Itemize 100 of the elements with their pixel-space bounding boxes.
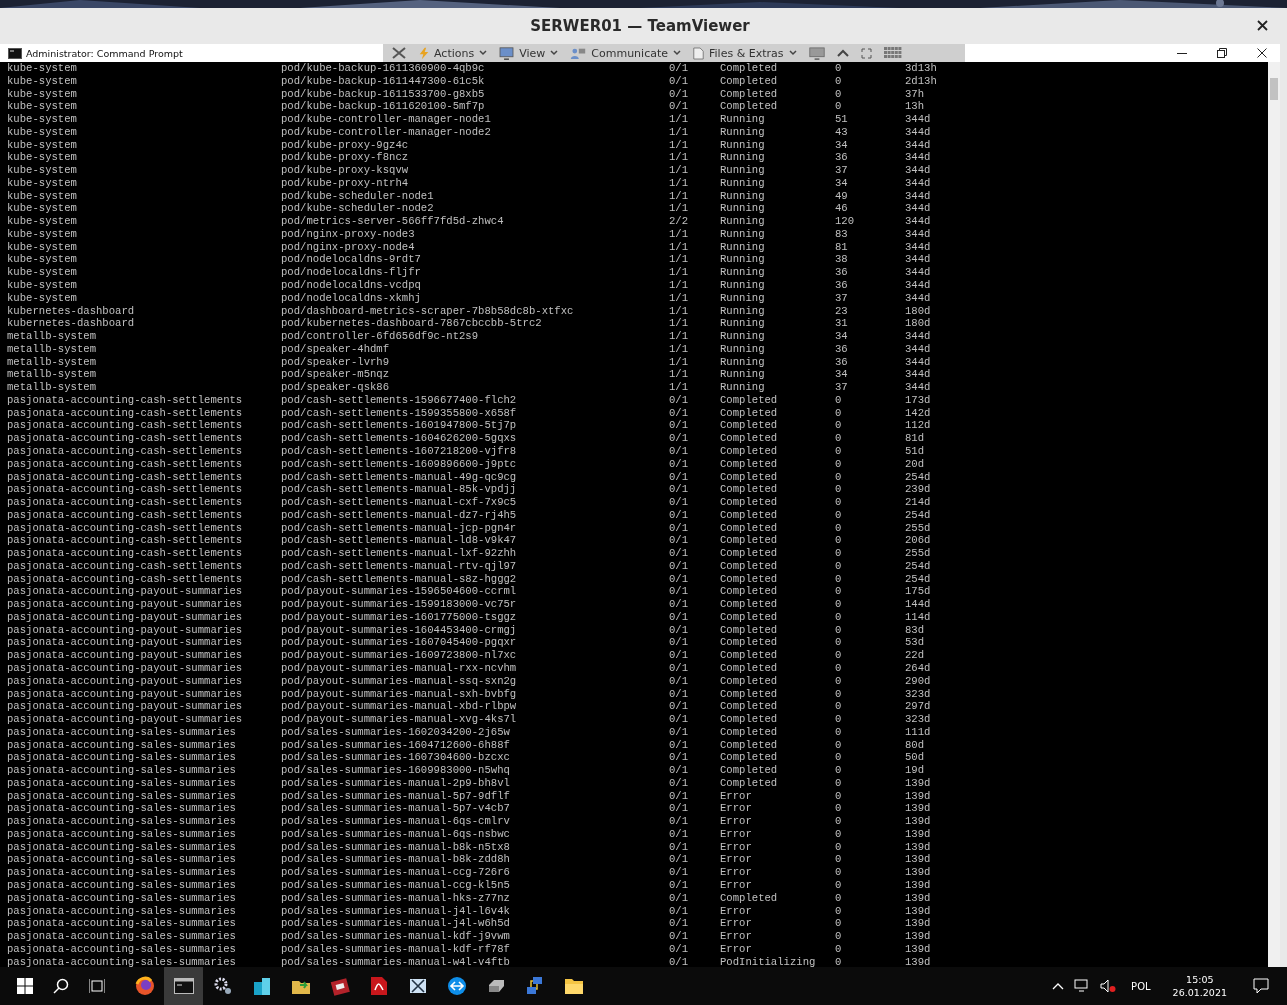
console-text: 0/1 [669,393,689,407]
console-text: 0/1 [669,572,689,586]
console-text: pod/cash-settlements-manual-49g-qc9cg [281,470,517,484]
console-text: pasjonata-accounting-sales-summaries [7,802,236,816]
console-text: 0 [835,764,842,777]
console-text: 139d [905,827,931,841]
console-text: 0/1 [669,649,689,662]
console-text: 0/1 [669,610,689,624]
console-text: kube-system [7,74,77,88]
console-text: 139d [905,955,931,967]
console-text: Completed [720,674,778,688]
console-text: 180d [905,304,931,318]
console-text: pasjonata-accounting-payout-summaries [7,674,243,688]
clock[interactable]: 15:05 26.01.2021 [1172,973,1227,999]
gear-icon[interactable] [212,976,233,996]
console-text: 144d [905,598,931,611]
fullscreen-icon[interactable] [860,47,872,59]
console-text: 0/1 [669,713,689,726]
close-icon[interactable] [1257,48,1267,58]
scrollbar[interactable] [1268,62,1280,967]
console-text: 2d13h [905,74,937,88]
speaker-muted-icon[interactable] [1100,979,1117,993]
console-text: pasjonata-accounting-sales-summaries [7,904,236,918]
console-text: Completed [720,713,778,726]
console-text: Completed [720,585,778,599]
windows-icon[interactable] [17,978,33,994]
window-title: SERWER01 — TeamViewer [530,17,750,35]
console-text: pod/payout-summaries-manual-xvg-4ks7l [281,713,517,726]
console-text: 142d [905,406,931,420]
console-text: pod/cash-settlements-manual-jcp-pgn4r [281,521,517,535]
console-text: kube-system [7,151,77,165]
console-text: kube-system [7,138,77,152]
console-text: 31 [835,317,848,331]
console-text: pod/payout-summaries-1596504600-ccrml [281,585,517,599]
console-text: 46 [835,202,848,216]
console-text: pasjonata-accounting-sales-summaries [7,751,236,765]
console-text: pasjonata-accounting-payout-summaries [7,598,243,611]
console-text: pasjonata-accounting-payout-summaries [7,623,243,637]
task-view-icon[interactable] [89,978,105,994]
close-icon[interactable] [1257,20,1268,31]
console-text: pasjonata-accounting-sales-summaries [7,764,236,777]
console-text: 0 [835,496,842,509]
toolbar-menu[interactable]: Files & Extras [693,46,797,60]
console-text: Error [720,815,752,828]
console-text: 0 [835,585,842,599]
console-text: 214d [905,496,931,509]
console-text: Running [720,164,765,177]
console-text: Error [720,866,752,879]
console-text: pod/kube-proxy-9gz4c [281,138,409,152]
console-text: Error [720,904,752,918]
caret-icon[interactable] [836,49,849,57]
console-text: 0/1 [669,853,689,867]
document-icon[interactable] [369,976,388,996]
console-text: Completed [720,687,778,701]
toolbar-menu[interactable]: Actions [419,46,488,60]
console-text: pod/payout-summaries-1607045400-pgqxr [281,636,517,650]
console-text: Completed [720,470,778,484]
console-text: 139d [905,917,931,931]
console-text: pod/cash-settlements-manual-cxf-7x9c5 [281,496,517,509]
toolbar-menu[interactable]: Communicate [570,46,681,60]
console-text: 0/1 [669,444,689,458]
console-text: 0/1 [669,74,689,88]
restore-icon[interactable] [1217,48,1227,58]
console-text: 0/1 [669,585,689,599]
console-text: Completed [720,610,778,624]
language-indicator[interactable]: POL [1131,980,1151,992]
network-status-icon[interactable] [1074,979,1091,993]
monitor-icon[interactable] [808,46,825,60]
remote-control-icon[interactable] [446,976,467,996]
grid-icon[interactable] [883,47,902,59]
console-text: 34 [835,368,848,382]
network-icon[interactable] [524,976,545,996]
console-text: 344d [905,189,931,203]
console-text: pod/kube-scheduler-node2 [281,202,434,216]
console-text: 22d [905,649,925,662]
console-text: kube-system [7,227,77,241]
console-text: 80d [905,738,925,752]
console-text: pod/sales-summaries-1607304600-bzcxc [281,751,510,765]
console-text: 239d [905,483,931,497]
console-text: pasjonata-accounting-sales-summaries [7,853,236,867]
console-text: 344d [905,381,931,394]
building-icon[interactable] [251,976,272,996]
console-icon[interactable] [173,978,194,994]
search-icon[interactable] [53,978,69,994]
toolbar-menu[interactable]: View [499,46,559,60]
console-text: pasjonata-accounting-cash-settlements [7,419,243,433]
console-text: 1/1 [669,368,689,382]
console-text: pod/sales-summaries-manual-kdf-j9vwm [281,930,510,943]
notification-icon[interactable] [1253,978,1269,994]
folder-icon[interactable] [563,977,584,995]
console-text: 0/1 [669,674,689,688]
console-text: pod/payout-summaries-manual-sxh-bvbfg [281,687,517,701]
console-text: pod/sales-summaries-manual-b8k-zdd8h [281,853,510,867]
console-text: pasjonata-accounting-cash-settlements [7,572,243,586]
browser-icon[interactable] [134,976,155,996]
console-text: Completed [720,393,778,407]
console-text: Running [720,189,765,203]
console-text: kube-system [7,113,77,126]
console-text: Running [720,253,765,267]
console-text: 0 [835,853,842,867]
